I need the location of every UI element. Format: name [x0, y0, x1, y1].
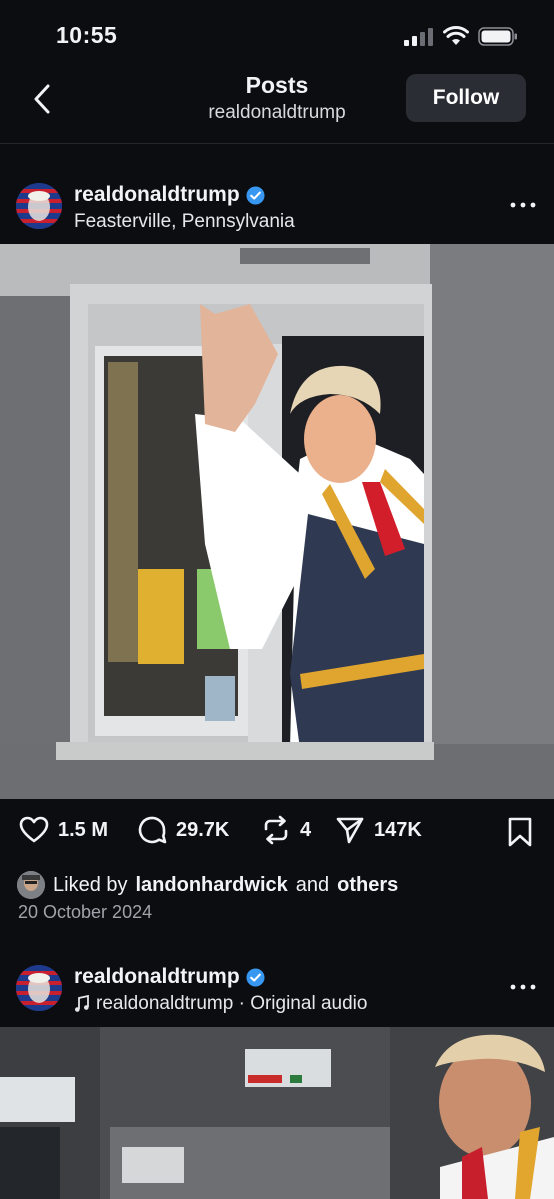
- verified-badge-icon: [246, 185, 265, 205]
- comment-button[interactable]: 29.7K: [136, 814, 229, 846]
- signal-icon: [404, 28, 433, 46]
- post-action-bar: 1.5 M 29.7K 4 147K: [0, 814, 554, 854]
- avatar[interactable]: [16, 183, 62, 229]
- like-button[interactable]: 1.5 M: [18, 814, 108, 846]
- liker-avatar: [17, 871, 45, 899]
- comment-icon: [138, 816, 167, 844]
- audio-text[interactable]: realdonaldtrump · Original audio: [96, 993, 367, 1015]
- bookmark-icon[interactable]: [505, 816, 535, 848]
- wifi-icon: [443, 26, 469, 45]
- location-text[interactable]: Feasterville, Pennsylvania: [74, 211, 295, 233]
- more-icon[interactable]: [508, 195, 538, 215]
- liked-by-prefix: Liked by: [53, 873, 128, 896]
- repost-count: 4: [300, 818, 312, 841]
- share-button[interactable]: 147K: [334, 814, 422, 846]
- share-icon: [336, 817, 364, 844]
- post-username[interactable]: realdonaldtrump: [74, 183, 265, 207]
- status-time: 10:55: [56, 22, 118, 48]
- username-text[interactable]: realdonaldtrump: [74, 965, 240, 989]
- repost-icon: [264, 815, 288, 845]
- music-note-icon: [75, 995, 89, 1012]
- follow-button[interactable]: Follow: [406, 74, 526, 122]
- username-text[interactable]: realdonaldtrump: [74, 183, 240, 207]
- avatar[interactable]: [16, 965, 62, 1011]
- share-count: 147K: [374, 818, 422, 841]
- header-divider: [0, 143, 554, 144]
- heart-icon: [19, 816, 49, 843]
- like-count: 1.5 M: [58, 818, 109, 841]
- liked-by-row[interactable]: Liked by landonhardwick and others: [17, 871, 398, 899]
- comment-count: 29.7K: [176, 818, 230, 841]
- post-audio[interactable]: realdonaldtrump · Original audio: [74, 993, 367, 1015]
- post-header: realdonaldtrump Feasterville, Pennsylvan…: [0, 183, 554, 243]
- verified-badge-icon: [246, 967, 265, 987]
- post-date: 20 October 2024: [18, 902, 153, 922]
- more-icon[interactable]: [508, 977, 538, 997]
- liked-by-others[interactable]: others: [337, 874, 398, 897]
- post-location[interactable]: Feasterville, Pennsylvania: [74, 211, 295, 233]
- repost-button[interactable]: 4: [260, 814, 311, 846]
- liked-by-user[interactable]: landonhardwick: [136, 874, 288, 897]
- battery-icon: [478, 27, 517, 46]
- post-header-2: realdonaldtrump realdonaldtrump · Origin…: [0, 965, 554, 1025]
- nav-header: Posts realdonaldtrump Follow: [0, 64, 554, 144]
- status-bar: 10:55: [0, 0, 554, 64]
- post-username[interactable]: realdonaldtrump: [74, 965, 265, 989]
- liked-by-joiner: and: [295, 873, 330, 896]
- post-photo[interactable]: [0, 244, 554, 799]
- post-video[interactable]: [0, 1027, 554, 1199]
